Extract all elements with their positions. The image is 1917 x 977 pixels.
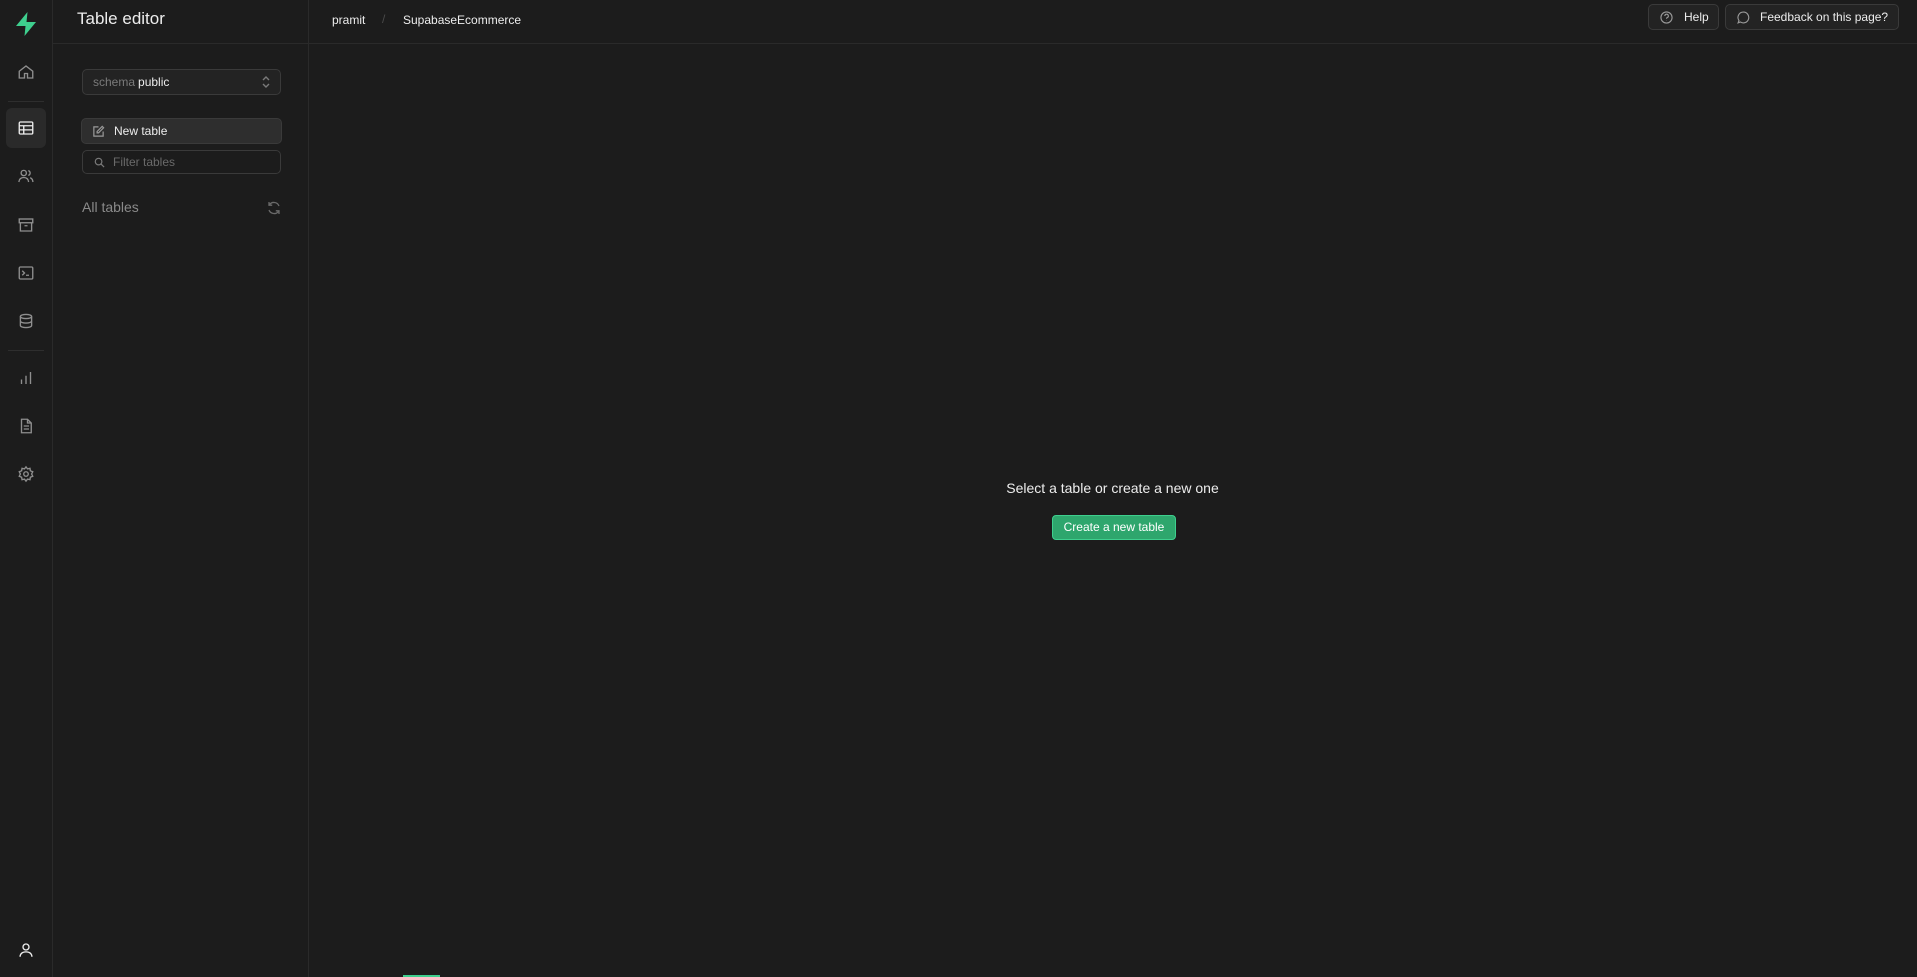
sidebar-header: Table editor — [53, 0, 309, 44]
help-circle-icon — [1660, 11, 1673, 24]
account-icon[interactable] — [6, 930, 46, 970]
users-icon[interactable] — [6, 156, 46, 196]
new-table-label: New table — [114, 124, 168, 138]
search-icon — [94, 157, 105, 168]
all-tables-heading: All tables — [82, 199, 139, 215]
schema-select[interactable]: schema public — [82, 69, 281, 95]
chevron-up-down-icon — [262, 76, 270, 88]
storage-icon[interactable] — [6, 205, 46, 245]
breadcrumb-org[interactable]: pramit — [332, 13, 365, 27]
filter-tables-input[interactable] — [113, 153, 273, 171]
rail-divider — [8, 350, 44, 351]
database-icon[interactable] — [6, 301, 46, 341]
settings-icon[interactable] — [6, 454, 46, 494]
reports-icon[interactable] — [6, 358, 46, 398]
sql-editor-icon[interactable] — [6, 253, 46, 293]
schema-label: schema — [93, 75, 136, 89]
supabase-logo-icon[interactable] — [12, 10, 40, 38]
icon-rail — [0, 0, 53, 977]
create-table-button[interactable]: Create a new table — [1052, 515, 1176, 540]
breadcrumb-project[interactable]: SupabaseEcommerce — [403, 13, 521, 27]
refresh-icon[interactable] — [266, 200, 282, 216]
empty-state-title: Select a table or create a new one — [1006, 480, 1219, 496]
rail-divider — [8, 101, 44, 102]
table-editor-icon[interactable] — [6, 108, 46, 148]
breadcrumb-separator: / — [382, 12, 386, 26]
message-circle-icon — [1737, 11, 1750, 24]
top-bar: pramit / SupabaseEcommerce Help Feedback… — [309, 0, 1917, 44]
docs-icon[interactable] — [6, 406, 46, 446]
schema-value: public — [138, 75, 170, 89]
new-table-button[interactable]: New table — [81, 118, 282, 144]
edit-icon — [93, 125, 105, 137]
table-editor-sidebar: Table editor schemapublic New table All … — [53, 0, 309, 977]
feedback-label: Feedback on this page? — [1760, 10, 1889, 24]
app-root: Table editor schemapublic New table All … — [0, 0, 1917, 977]
help-label: Help — [1684, 10, 1709, 24]
help-button[interactable]: Help — [1648, 4, 1719, 30]
home-icon[interactable] — [6, 52, 46, 92]
filter-tables-field[interactable] — [82, 150, 281, 174]
feedback-button[interactable]: Feedback on this page? — [1725, 4, 1899, 30]
page-title: Table editor — [77, 9, 165, 28]
